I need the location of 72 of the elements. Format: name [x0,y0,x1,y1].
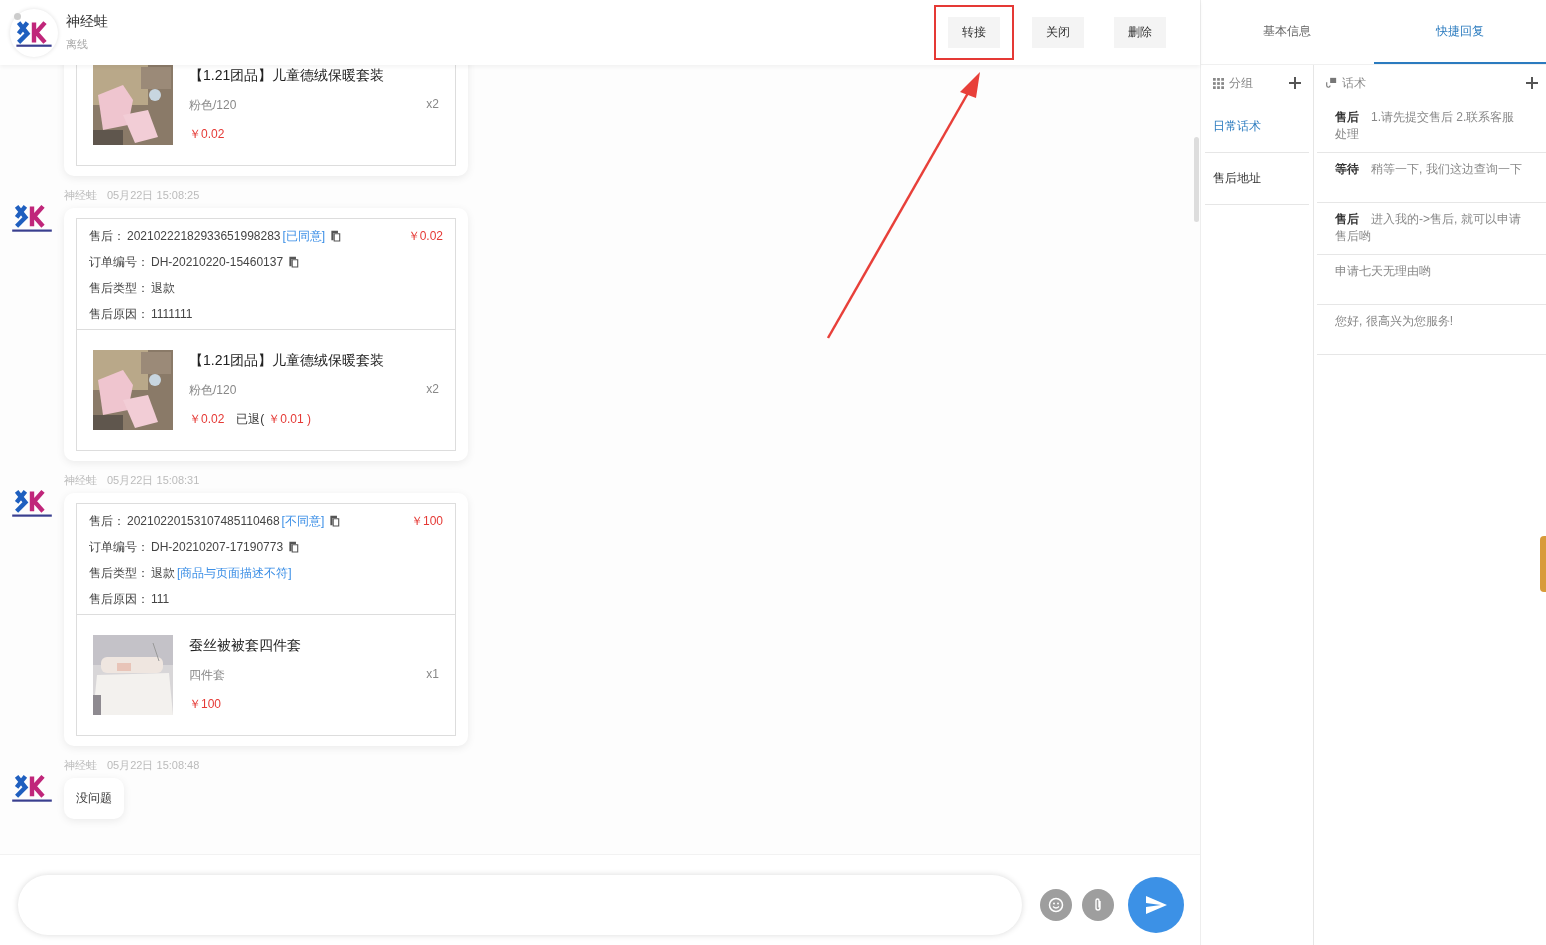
refund-amount: ￥0.01 ) [268,411,312,428]
sender-name: 神经蛙 [64,757,97,773]
aftersale-status: [已同意] [282,227,326,245]
grid-icon [1213,77,1224,89]
reason-label: 售后原因： [89,305,149,323]
tab[interactable]: 基本信息 [1201,0,1374,64]
product-title: 【1.21团品】儿童德绒保暖套装 [189,67,386,85]
header-button[interactable]: 转接 [948,17,1000,48]
group-item[interactable]: 售后地址 [1205,153,1309,205]
refund-label: 已退( [236,411,265,428]
add-icon[interactable] [1289,77,1301,89]
order-label: 订单编号： [89,538,149,556]
aftersale-label: 售后： [89,227,125,245]
copy-icon[interactable] [331,230,343,242]
tab[interactable]: 快捷回复 [1373,0,1546,64]
groups-title: 分组 [1229,74,1253,92]
product-price: ￥0.02 [189,411,225,428]
aftersale-status: [不同意] [281,512,325,530]
aftersale-reason: 1111111 [151,307,193,321]
smiley-icon [1048,897,1064,913]
header-button[interactable]: 关闭 [1032,17,1084,48]
order-label: 订单编号： [89,253,149,271]
product-spec: 四件套 [189,667,225,684]
quick-reply-item[interactable]: 您好, 很高兴为您服务! [1317,305,1546,355]
aftersale-id: 20210220153107485110468 [127,514,280,528]
product-spec: 粉色/120 [189,97,237,114]
add-icon[interactable] [1526,77,1538,89]
type-label: 售后类型： [89,564,149,582]
quick-reply-item[interactable]: 申请七天无理由哟 [1317,255,1546,305]
quick-reply-item[interactable]: 售后 1.请先提交售后 2.联系客服处理 [1317,101,1546,153]
sender-name: 神经蛙 [64,187,97,203]
product-title: 蚕丝被被套四件套 [189,637,302,655]
chat-icon [1325,77,1337,89]
aftersale-type: 退款 [151,279,175,297]
copy-icon[interactable] [289,256,301,268]
group-item[interactable]: 日常话术 [1205,101,1309,153]
copy-icon[interactable] [330,515,342,527]
avatar-logo-icon [10,487,54,520]
contact-name: 神经蛙 [66,13,108,31]
order-number: DH-20210207-17190773 [151,540,284,554]
message-bubble: 没问题 [64,778,124,819]
status-dot [14,12,21,20]
aftersale-amount: ￥0.02 [407,227,443,245]
product-title: 【1.21团品】儿童德绒保暖套装 [189,352,386,370]
type-note: [商品与页面描述不符] [177,564,292,582]
aftersale-id: 20210222182933651998283 [127,229,281,243]
contact-status: 离线 [66,37,89,52]
aftersale-label: 售后： [89,512,125,530]
attach-button[interactable] [1082,889,1114,921]
type-label: 售后类型： [89,279,149,297]
avatar-logo-icon [10,202,54,235]
product-price: ￥100 [189,696,222,713]
emoji-button[interactable] [1040,889,1072,921]
copy-icon[interactable] [289,541,301,553]
quick-reply-item[interactable]: 等待 稍等一下, 我们这边查询一下 [1317,153,1546,203]
aftersale-amount: ￥100 [410,512,443,530]
order-number: DH-20210220-15460137 [151,255,284,269]
replies-title: 话术 [1342,74,1366,92]
product-price: ￥0.02 [189,126,225,143]
send-button[interactable] [1128,877,1184,933]
product-spec: 粉色/120 [189,382,237,399]
aftersale-type: 退款 [151,564,175,582]
avatar-logo-icon [10,772,54,805]
aftersale-reason: 111 [151,592,170,606]
product-quantity: x1 [426,667,439,683]
sender-name: 神经蛙 [64,472,97,488]
product-quantity: x2 [426,97,439,113]
product-quantity: x2 [426,382,439,398]
reason-label: 售后原因： [89,590,149,608]
header-button[interactable]: 删除 [1114,17,1166,48]
quick-reply-item[interactable]: 售后 进入我的->售后, 就可以申请售后哟 [1317,203,1546,255]
send-icon [1144,893,1168,917]
